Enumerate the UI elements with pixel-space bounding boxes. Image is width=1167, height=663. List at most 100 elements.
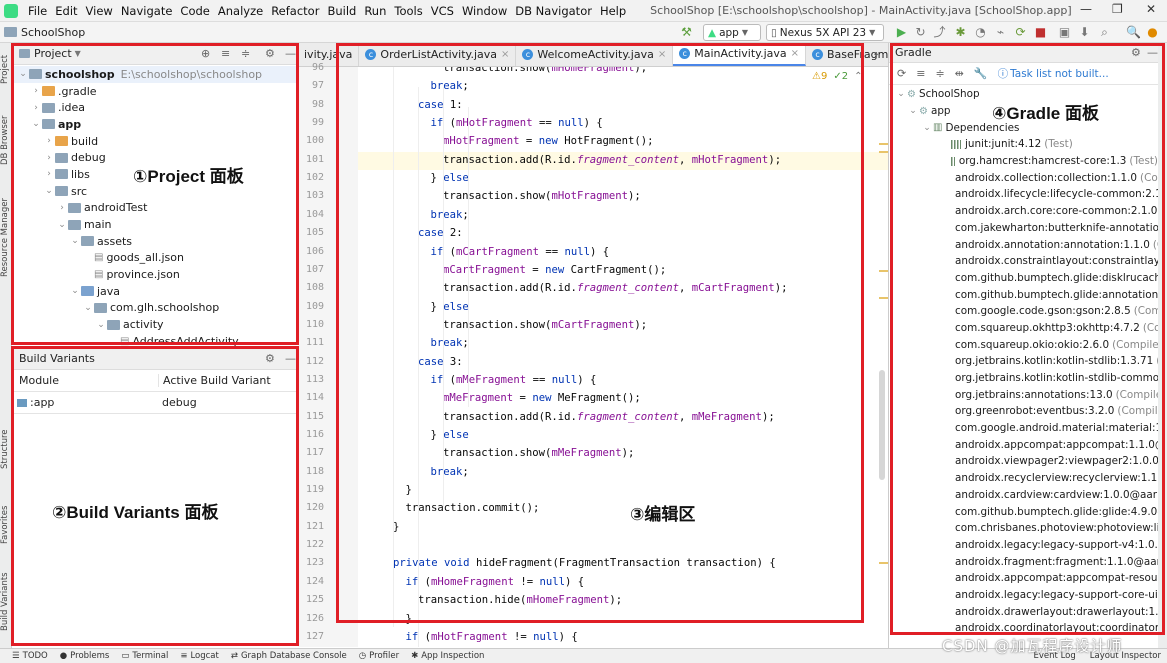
annotation-build-variants: ②Build Variants 面板 [52, 503, 219, 522]
run-icon[interactable]: ▶ [895, 26, 908, 39]
apply-changes-icon[interactable]: ↻ [914, 26, 927, 39]
line-number: 100 [305, 135, 324, 147]
avd-manager-icon[interactable]: ▣ [1058, 26, 1071, 39]
line-number: 97 [311, 80, 324, 92]
profiler-icon: ◷ [358, 651, 367, 661]
menu-item-tools[interactable]: Tools [390, 4, 426, 18]
close-icon[interactable]: ✕ [1146, 2, 1156, 16]
restore-icon[interactable]: ❐ [1112, 2, 1123, 16]
android-icon: ▲ [708, 26, 717, 39]
menu-item-edit[interactable]: Edit [51, 4, 81, 18]
annotation-box-gradle [890, 43, 1165, 635]
line-number: 99 [311, 117, 324, 129]
toolwindow-label: App Inspection [421, 651, 485, 661]
menu-item-file[interactable]: File [24, 4, 51, 18]
line-number: 120 [305, 502, 324, 514]
line-number: 126 [305, 612, 324, 624]
search-icon[interactable]: 🔍 [1126, 26, 1141, 39]
annotation-project: ①Project 面板 [133, 167, 244, 186]
menu-bar: File Edit View Navigate Code Analyze Refactor B… [0, 0, 1167, 22]
toolwindow-logcat[interactable]: ≡ Logcat [180, 651, 219, 661]
inspection-icon: ✱ [411, 651, 419, 661]
line-number: 116 [305, 429, 324, 440]
logcat-icon: ≡ [180, 651, 188, 661]
annotation-gradle: ④Gradle 面板 [992, 104, 1099, 123]
line-number: 98 [311, 98, 324, 110]
navigation-bar: SchoolShop ⚒ ▲ app ▼ ▯ Nexus 5X API 23 ▼… [0, 22, 1167, 43]
line-number: 101 [305, 153, 324, 165]
toolwindow-label: Logcat [190, 651, 219, 661]
apply-code-changes-icon[interactable]: ⤴ [933, 26, 946, 39]
annotation-box-project [11, 43, 299, 345]
menu-item-db-navigator[interactable]: DB Navigator [511, 4, 596, 18]
line-number: 127 [305, 630, 324, 642]
terminal-icon: ▭ [121, 651, 130, 661]
line-number: 103 [305, 190, 324, 202]
list-icon: ☰ [12, 651, 20, 661]
tool-window-buttons: ☰ TODO ● Problems ▭ Terminal ≡ Logcat ⇄ Graph Dat… [0, 651, 484, 661]
hammer-icon[interactable]: ⚒ [680, 26, 693, 39]
line-number: 96 [311, 62, 324, 73]
minimize-icon[interactable]: — [1080, 2, 1092, 16]
device-select[interactable]: ▯ Nexus 5X API 23 ▼ [766, 24, 884, 41]
toolwindow-graph-database-console[interactable]: ⇄ Graph Database Console [231, 651, 347, 661]
line-number: 119 [305, 484, 324, 496]
layout-inspector-icon[interactable]: ⌕ [1098, 26, 1111, 39]
folder-icon [4, 27, 17, 37]
line-number: 113 [305, 373, 324, 385]
line-number: 110 [305, 318, 324, 330]
debug-icon[interactable]: ✱ [954, 26, 967, 39]
line-number: 102 [305, 172, 324, 184]
line-number: 115 [305, 410, 324, 422]
line-number: 125 [305, 594, 324, 606]
menu-item-analyze[interactable]: Analyze [214, 4, 267, 18]
watermark: CSDN @加瓦程序设计师 [942, 637, 1123, 655]
menu-item-build[interactable]: Build [323, 4, 360, 18]
menu-items: File Edit View Navigate Code Analyze Refactor B… [24, 4, 630, 18]
line-number: 107 [305, 263, 324, 275]
annotation-box-editor [336, 43, 864, 623]
menu-item-run[interactable]: Run [360, 4, 390, 18]
line-number: 105 [305, 227, 324, 239]
menu-item-navigate[interactable]: Navigate [117, 4, 177, 18]
phone-icon: ▯ [771, 26, 777, 39]
menu-item-view[interactable]: View [82, 4, 117, 18]
toolwindow-label: TODO [22, 651, 48, 661]
line-number: 111 [305, 337, 324, 349]
profile-icon[interactable]: ◔ [974, 26, 987, 39]
toolwindow-problems[interactable]: ● Problems [60, 651, 110, 661]
line-number: 118 [305, 465, 324, 477]
menu-item-vcs[interactable]: VCS [427, 4, 458, 18]
chevron-down-icon: ▼ [741, 28, 748, 37]
project-name: SchoolShop [21, 25, 86, 39]
annotation-box-build-variants [11, 346, 299, 646]
line-number: 108 [305, 282, 324, 294]
line-number: 109 [305, 300, 324, 312]
line-number: 114 [305, 392, 324, 404]
toolwindow-label: Problems [70, 651, 110, 661]
stop-icon[interactable]: ■ [1034, 26, 1047, 39]
run-config-select[interactable]: ▲ app ▼ [703, 24, 761, 41]
editor-scrollbar[interactable] [879, 370, 885, 480]
update-icon[interactable]: ● [1146, 26, 1159, 39]
code-line: if (mHotFragment != null) { [405, 630, 578, 643]
toolwindow-todo[interactable]: ☰ TODO [12, 651, 48, 661]
line-number: 112 [305, 355, 324, 367]
line-number: 104 [305, 208, 324, 220]
tab-overflow-icon[interactable]: ⌄ [872, 48, 880, 59]
line-number: 123 [305, 557, 324, 569]
attach-debugger-icon[interactable]: ⌁ [994, 26, 1007, 39]
menu-item-window[interactable]: Window [458, 4, 511, 18]
line-number: 124 [305, 575, 324, 587]
line-number: 117 [305, 447, 324, 459]
menu-item-code[interactable]: Code [176, 4, 213, 18]
menu-item-help[interactable]: Help [596, 4, 630, 18]
android-studio-icon [4, 3, 18, 18]
gradle-sync-icon[interactable]: ⟳ [1014, 26, 1027, 39]
toolwindow-app-inspection[interactable]: ✱ App Inspection [411, 651, 484, 661]
menu-item-refactor[interactable]: Refactor [267, 4, 323, 18]
toolwindow-profiler[interactable]: ◷ Profiler [359, 651, 399, 661]
toolwindow-terminal[interactable]: ▭ Terminal [121, 651, 168, 661]
breadcrumb[interactable]: SchoolShop [4, 26, 85, 39]
sdk-manager-icon[interactable]: ⬇ [1078, 26, 1091, 39]
